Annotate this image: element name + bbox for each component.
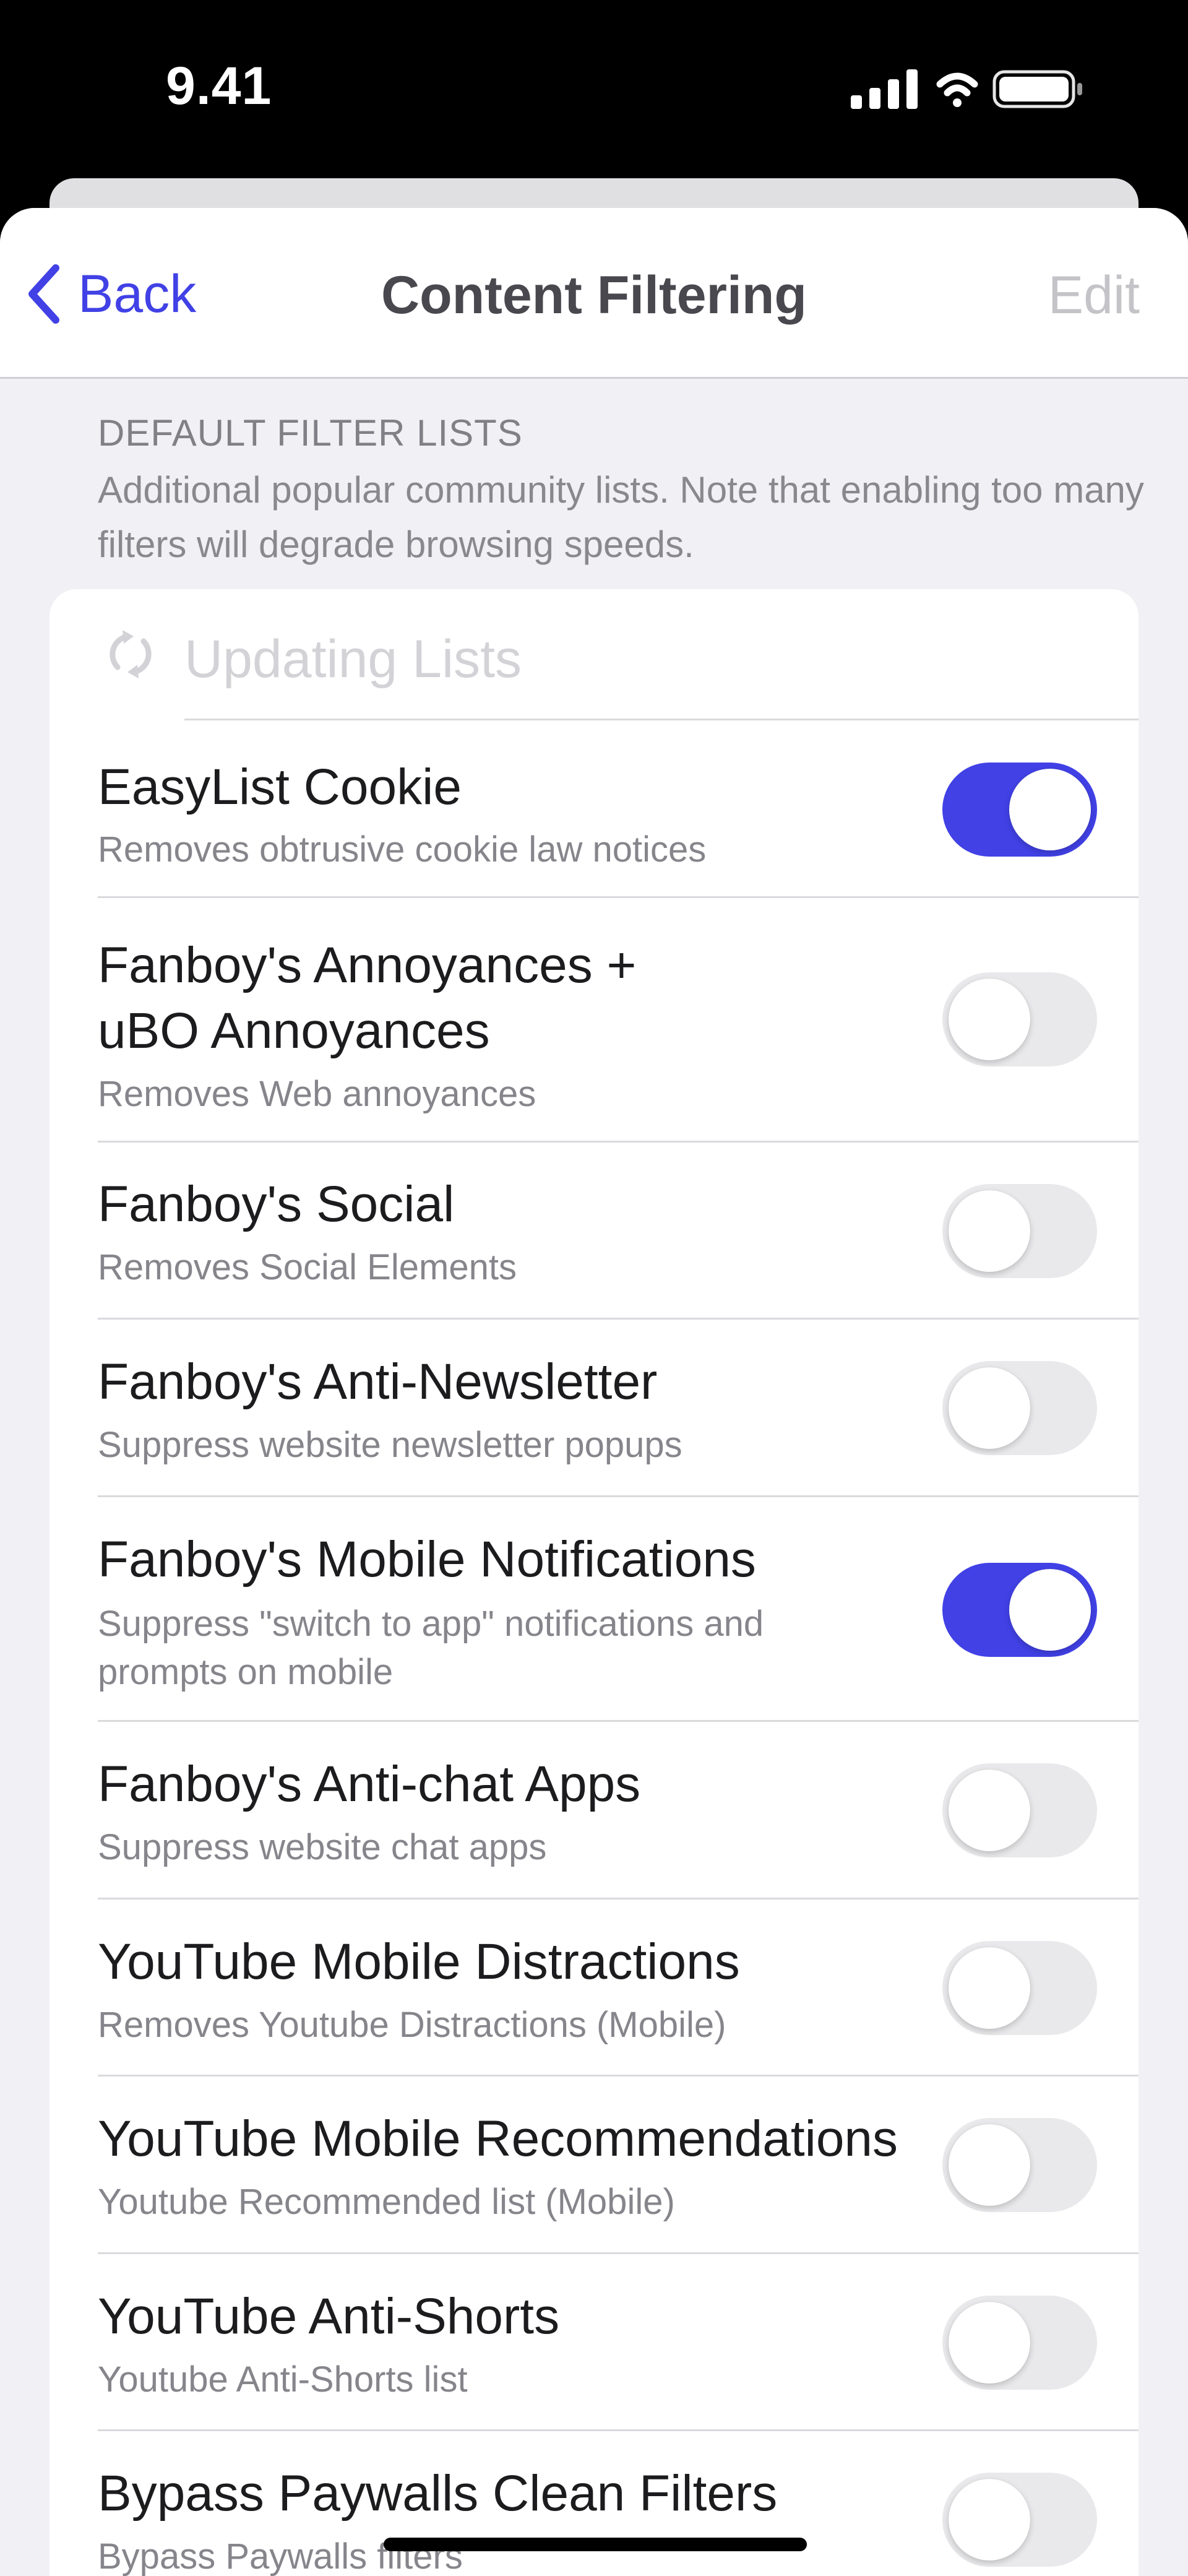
updating-lists-row: Updating Lists (50, 589, 1138, 720)
filter-row-youtube-anti-shorts: YouTube Anti-Shorts Youtube Anti-Shorts … (50, 2254, 1138, 2431)
toggle-knob (949, 1770, 1030, 1851)
filter-row-bypass-paywalls: Bypass Paywalls Clean Filters Bypass Pay… (50, 2431, 1138, 2576)
toggle-knob (949, 2479, 1030, 2561)
filter-title: Fanboy's Social (98, 1176, 455, 1232)
filter-toggle-fanboys-anti-newsletter[interactable] (942, 1361, 1097, 1455)
filter-toggle-bypass-paywalls[interactable] (942, 2473, 1097, 2567)
filter-list-card: Updating Lists EasyList Cookie Removes o… (50, 589, 1138, 2576)
filter-subtitle: Suppress website newsletter popups (98, 1425, 682, 1465)
filter-row-fanboys-annoyances: Fanboy's Annoyances + uBO Annoyances Rem… (50, 898, 1138, 1143)
home-indicator[interactable] (384, 2538, 807, 2551)
toggle-knob (949, 2302, 1030, 2384)
filter-subtitle: Youtube Anti-Shorts list (98, 2359, 468, 2400)
filter-title: EasyList Cookie (98, 759, 462, 815)
toggle-knob (1009, 769, 1091, 850)
filter-subtitle: Youtube Recommended list (Mobile) (98, 2182, 675, 2222)
filter-row-fanboys-anti-chat-apps: Fanboy's Anti-chat Apps Suppress website… (50, 1722, 1138, 1900)
filter-title: YouTube Mobile Distractions (98, 1934, 740, 1990)
filter-toggle-youtube-anti-shorts[interactable] (942, 2296, 1097, 2390)
filter-toggle-easylist-cookie[interactable] (942, 763, 1097, 857)
filter-subtitle: Removes obtrusive cookie law notices (98, 829, 707, 870)
status-bar: 9.41 (0, 0, 1188, 179)
filter-title: Bypass Paywalls Clean Filters (98, 2465, 778, 2522)
toggle-knob (949, 1947, 1030, 2029)
filter-toggle-fanboys-mobile-notifications[interactable] (942, 1563, 1097, 1657)
filter-row-youtube-mobile-distractions: YouTube Mobile Distractions Removes Yout… (50, 1900, 1138, 2077)
status-time: 9.41 (166, 56, 272, 116)
filter-toggle-fanboys-anti-chat-apps[interactable] (942, 1763, 1097, 1857)
toggle-knob (949, 1367, 1030, 1449)
filter-toggle-fanboys-annoyances[interactable] (942, 972, 1097, 1066)
page-title: Content Filtering (381, 266, 807, 325)
updating-lists-label: Updating Lists (184, 629, 522, 689)
filter-title: Fanboy's Anti-Newsletter (98, 1354, 658, 1410)
filter-title: YouTube Mobile Recommendations (98, 2111, 898, 2167)
battery-icon (992, 70, 1082, 108)
toggle-knob (949, 2124, 1030, 2206)
filter-row-fanboys-anti-newsletter: Fanboy's Anti-Newsletter Suppress websit… (50, 1320, 1138, 1497)
filter-row-easylist-cookie: EasyList Cookie Removes obtrusive cookie… (50, 720, 1138, 898)
refresh-icon (110, 630, 152, 678)
section-description: Additional popular community lists. Note… (98, 469, 1144, 565)
filter-title: Fanboy's Annoyances + uBO Annoyances (98, 937, 637, 1059)
section-title: DEFAULT FILTER LISTS (98, 412, 523, 454)
settings-sheet: Back Content Filtering Edit DEFAULT FILT… (0, 208, 1188, 2576)
filter-subtitle: Removes Web annoyances (98, 1074, 536, 1114)
filter-title: Fanboy's Anti-chat Apps (98, 1756, 641, 1812)
filter-subtitle: Suppress website chat apps (98, 1827, 547, 1867)
toggle-knob (1009, 1569, 1091, 1651)
filter-subtitle: Removes Social Elements (98, 1247, 517, 1287)
filter-title: YouTube Anti-Shorts (98, 2288, 560, 2345)
filter-row-youtube-mobile-recommendations: YouTube Mobile Recommendations Youtube R… (50, 2077, 1138, 2254)
filter-toggle-youtube-mobile-recommendations[interactable] (942, 2118, 1097, 2212)
navigation-bar: Back Content Filtering Edit (0, 208, 1188, 379)
filter-row-fanboys-mobile-notifications: Fanboy's Mobile Notifications Suppress "… (50, 1497, 1138, 1722)
toggle-knob (949, 979, 1030, 1060)
status-icons (851, 69, 1082, 109)
edit-button[interactable]: Edit (1048, 265, 1140, 326)
filter-subtitle: Removes Youtube Distractions (Mobile) (98, 2005, 726, 2045)
wifi-icon (936, 72, 978, 107)
filter-row-fanboys-social: Fanboy's Social Removes Social Elements (50, 1143, 1138, 1320)
filter-toggle-fanboys-social[interactable] (942, 1184, 1097, 1278)
toggle-knob (949, 1190, 1030, 1272)
section-header: DEFAULT FILTER LISTS Additional popular … (98, 411, 1150, 572)
filter-title: Fanboy's Mobile Notifications (98, 1531, 756, 1588)
filter-subtitle: Suppress "switch to app" notifications a… (98, 1604, 764, 1692)
filter-toggle-youtube-mobile-distractions[interactable] (942, 1941, 1097, 2035)
cellular-signal-icon (851, 69, 918, 109)
